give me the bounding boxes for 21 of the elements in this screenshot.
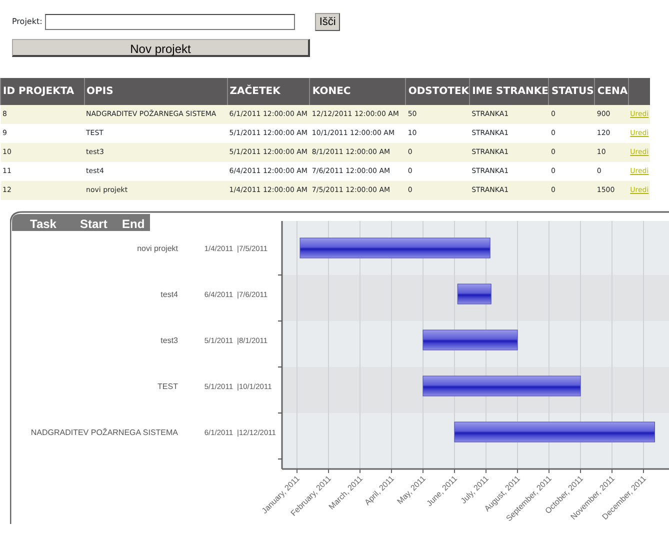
column-header: KONEC (310, 78, 406, 105)
column-header: CENA (594, 78, 628, 105)
column-header: STATUS (548, 78, 595, 105)
projekt-label: Projekt: (12, 16, 42, 28)
task-label: test3 (160, 336, 178, 345)
task-label: NADGRADITEV POŽARNEGA SISTEMA (30, 428, 178, 437)
projekt-field[interactable] (45, 14, 296, 30)
task-label: test4 (160, 290, 178, 299)
column-header: ID PROJEKTA (0, 78, 84, 105)
task-label: novi projekt (137, 244, 178, 253)
task-label: TEST (158, 382, 178, 391)
column-header: IME STRANKE (470, 78, 549, 105)
column-header: OPIS (84, 78, 228, 105)
column-header: Start (80, 217, 108, 231)
column-header: ZAČETEK (227, 78, 310, 105)
gantt-bar (457, 284, 492, 304)
search-button[interactable]: Išči (315, 13, 340, 31)
new-project-button[interactable]: Nov projekt (12, 39, 310, 57)
column-header: End (122, 217, 145, 231)
column-header: ODSTOTEK (406, 78, 470, 105)
column-header: Task (30, 217, 56, 231)
